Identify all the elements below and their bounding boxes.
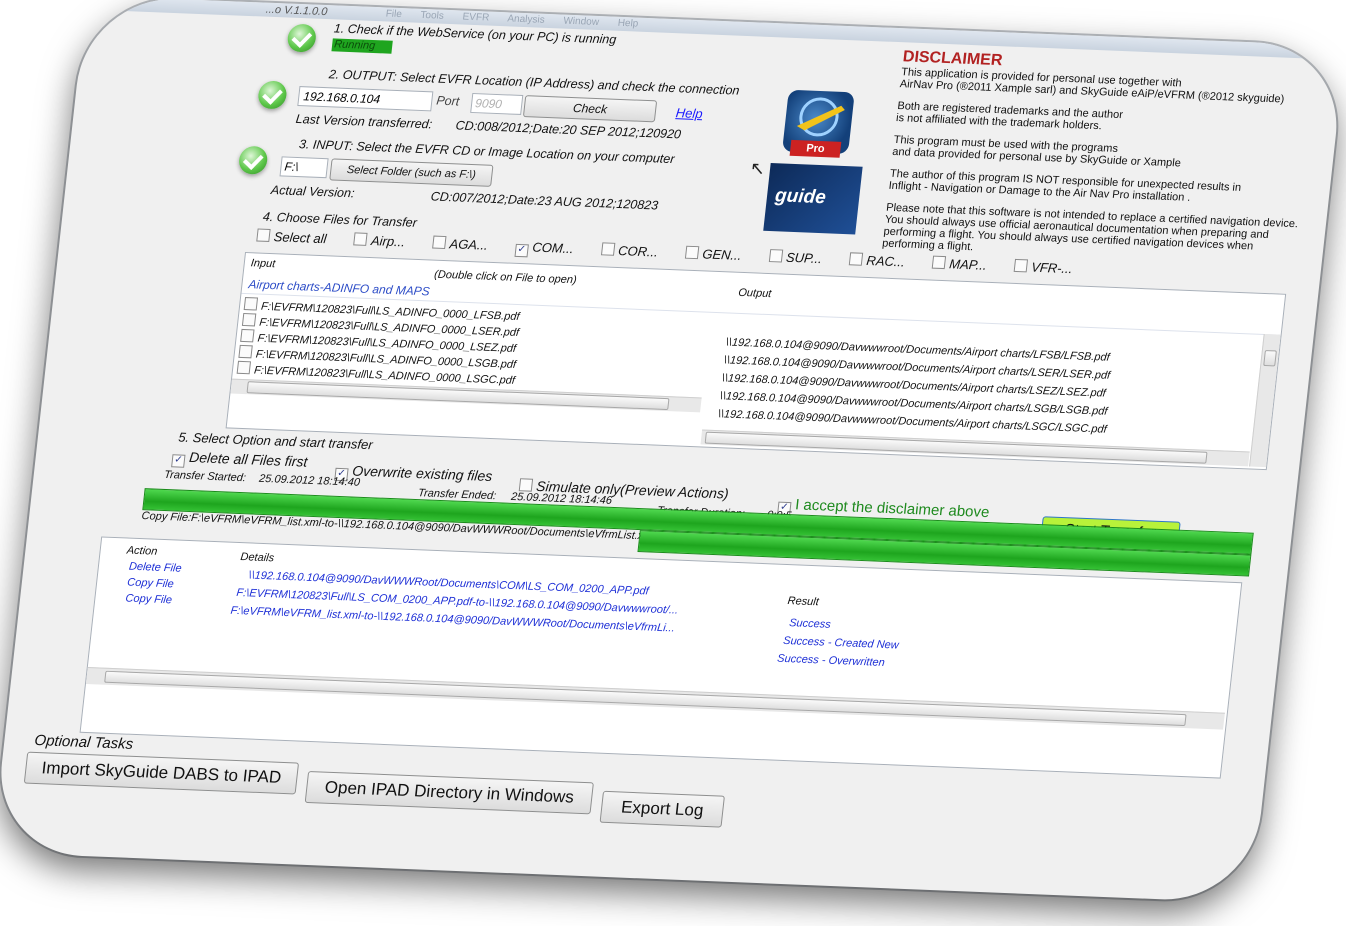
menu-evfr[interactable]: EVFR (462, 12, 490, 24)
filter-map[interactable]: MAP... (931, 255, 1000, 274)
column-input: Input (250, 257, 276, 271)
horizontal-scrollbar[interactable] (85, 667, 1225, 730)
input-folder-field[interactable]: F:\ (279, 156, 329, 179)
optional-tasks-label: Optional Tasks (33, 731, 135, 753)
file-list[interactable]: Input (Double click on File to open) Out… (225, 251, 1287, 471)
select-folder-button[interactable]: Select Folder (such as F:\) (329, 158, 494, 187)
airplane-icon (796, 97, 845, 137)
log-result: Success (788, 617, 832, 631)
log-result: Success - Overwritten (776, 652, 886, 669)
scrollbar-thumb[interactable] (246, 381, 670, 411)
delete-files-checkbox[interactable]: ✓ Delete all Files first (171, 448, 308, 472)
filter-rac[interactable]: RAC... (848, 252, 918, 270)
column-output: Output (737, 286, 772, 301)
horizontal-scrollbar[interactable] (700, 429, 1250, 467)
menu-analysis[interactable]: Analysis (507, 13, 545, 25)
filter-aga[interactable]: AGA... (432, 235, 501, 254)
pro-badge: Pro (789, 139, 842, 158)
column-action: Action (126, 544, 158, 558)
disclaimer-panel: DISCLAIMER This application is provided … (882, 48, 1316, 266)
scrollbar-thumb[interactable] (1263, 350, 1277, 367)
filter-select-all[interactable]: Select all (256, 228, 339, 246)
check-connection-button[interactable]: Check (522, 95, 658, 123)
scrollbar-thumb[interactable] (104, 670, 1187, 727)
check-ok-icon (286, 23, 318, 53)
scrollbar-thumb[interactable] (704, 431, 1208, 464)
transfer-log[interactable]: Action Details Result Delete File Copy F… (79, 536, 1243, 779)
actual-version-value: CD:007/2012;Date:23 AUG 2012;120823 (430, 189, 659, 213)
port-input[interactable]: 9090 (470, 92, 524, 115)
filter-airp[interactable]: Airp... (353, 232, 418, 249)
webservice-status: Running (331, 38, 393, 54)
column-result: Result (786, 595, 820, 609)
window-title: ...o V.1.1.0.0 (265, 3, 328, 19)
filter-gen[interactable]: GEN... (684, 245, 755, 264)
airnav-pro-logo: Pro (782, 89, 855, 158)
last-version-label: Last Version transferred: (295, 111, 433, 132)
import-skyguide-button[interactable]: Import SkyGuide DABS to IPAD (23, 751, 300, 795)
column-hint: (Double click on File to open) (433, 268, 578, 287)
menu-help[interactable]: Help (617, 18, 639, 30)
vertical-scrollbar[interactable] (1249, 333, 1281, 468)
actual-version-label: Actual Version: (270, 183, 356, 201)
open-ipad-directory-button[interactable]: Open IPAD Directory in Windows (304, 770, 594, 815)
port-label: Port (435, 93, 461, 109)
transfer-started-label: Transfer Started: (163, 468, 247, 485)
check-ok-icon (237, 145, 269, 175)
check-ok-icon (256, 80, 288, 110)
log-action: Copy File (126, 576, 175, 591)
export-log-button[interactable]: Export Log (599, 790, 725, 828)
skyguide-logo: guide (763, 163, 863, 235)
step4-label: 4. Choose Files for Transfer (262, 209, 418, 230)
filter-com[interactable]: ✓ COM... (514, 239, 587, 258)
ip-address-input[interactable]: 192.168.0.104 (297, 86, 434, 112)
log-action: Delete File (128, 560, 183, 575)
log-action: Copy File (124, 592, 173, 607)
skyguide-logo-text: guide (773, 185, 827, 209)
log-result: Success - Created New (782, 634, 900, 652)
filter-cor[interactable]: COR... (600, 242, 670, 260)
app-window: ...o V.1.1.0.0 File Tools EVFR Analysis … (0, 0, 1346, 903)
mouse-cursor-icon: ↖ (748, 158, 767, 179)
filter-vfr[interactable]: VFR-... (1013, 258, 1085, 277)
column-details: Details (239, 551, 275, 565)
menu-tools[interactable]: Tools (420, 10, 445, 22)
menu-file[interactable]: File (385, 8, 402, 20)
help-link[interactable]: Help (675, 105, 703, 121)
menu-window[interactable]: Window (563, 16, 600, 28)
filter-sup[interactable]: SUP... (768, 249, 834, 267)
